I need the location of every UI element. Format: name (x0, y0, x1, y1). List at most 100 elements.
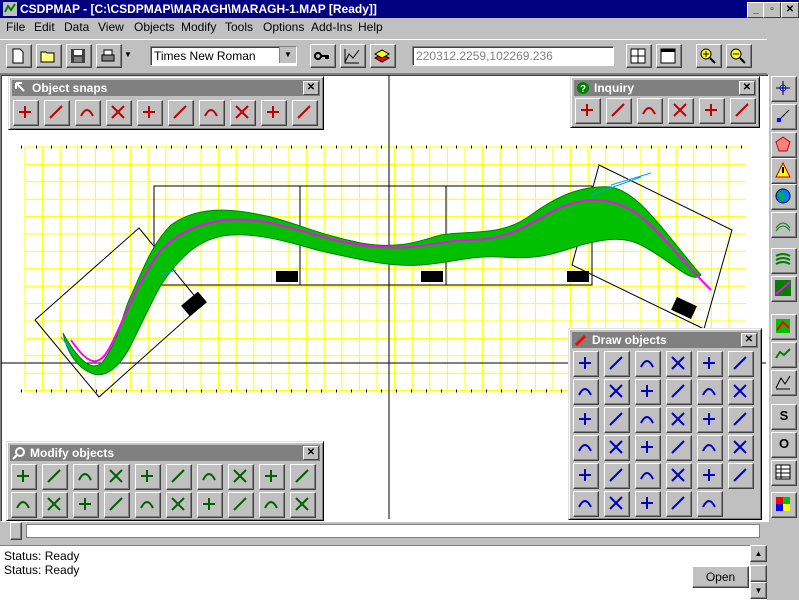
draw-symbol-button[interactable] (573, 435, 599, 461)
draw-north-arrow-button[interactable] (604, 435, 630, 461)
modify-explode-button[interactable] (259, 464, 285, 490)
palette-button[interactable] (771, 492, 797, 518)
modify-undo-button[interactable] (73, 464, 99, 490)
draw-cube-button[interactable] (573, 463, 599, 489)
draw-donut-button[interactable] (573, 379, 599, 405)
menu-help[interactable]: Help (358, 20, 383, 34)
modify-objects-titlebar[interactable]: Modify objects ✕ (10, 445, 320, 461)
profile-button[interactable] (771, 342, 797, 368)
snap-tangent-button[interactable] (230, 100, 256, 126)
draw-dome-button[interactable] (604, 491, 630, 517)
scroll-up-icon[interactable]: ▲ (750, 545, 767, 562)
draw-select-button[interactable] (573, 351, 599, 377)
snaps-toggle-button[interactable] (771, 76, 797, 102)
chevron-down-icon[interactable]: ▼ (279, 47, 296, 63)
globe-button[interactable] (771, 184, 797, 210)
draw-arc-3pt-button[interactable] (635, 379, 661, 405)
snap-center-button[interactable] (75, 100, 101, 126)
draw-sector-button[interactable] (666, 379, 692, 405)
inquire-area-button[interactable] (637, 98, 663, 124)
modify-join-button[interactable] (290, 464, 316, 490)
modify-stretch-button[interactable] (42, 492, 68, 518)
key-button[interactable] (310, 44, 336, 68)
section-button[interactable] (771, 370, 797, 396)
scroll-down-icon[interactable]: ▼ (750, 582, 767, 599)
layers-button[interactable] (370, 44, 396, 68)
menu-view[interactable]: View (98, 20, 124, 34)
new-file-button[interactable] (6, 44, 32, 68)
scrollbar-track[interactable] (26, 524, 760, 538)
scrollbar-thumb[interactable] (10, 522, 22, 540)
inquiry-close-button[interactable]: ✕ (739, 81, 755, 95)
modify-move-button[interactable] (135, 464, 161, 490)
surface-button[interactable] (771, 314, 797, 340)
table-button[interactable] (771, 460, 797, 486)
draw-objects-titlebar[interactable]: Draw objects ✕ (572, 332, 758, 348)
modify-redo-button[interactable] (104, 464, 130, 490)
polygon-button[interactable] (771, 132, 797, 158)
draw-sector-2-button[interactable] (697, 379, 723, 405)
draw-polygon-button[interactable] (666, 407, 692, 433)
draw-sphere-button[interactable] (666, 463, 692, 489)
snap-node-button[interactable] (292, 100, 318, 126)
scroll-thumb[interactable] (750, 565, 767, 582)
draw-curve-button[interactable] (573, 407, 599, 433)
single-view-button[interactable] (656, 44, 682, 68)
snap-midpoint-button[interactable] (44, 100, 70, 126)
terrain-button[interactable] (771, 248, 797, 274)
inquire-point-button[interactable] (575, 98, 601, 124)
draw-spiral-button[interactable] (604, 407, 630, 433)
font-select[interactable]: Times New Roman ▼ (150, 46, 297, 66)
modify-objects-close-button[interactable]: ✕ (303, 446, 319, 460)
draw-scale-bar-button[interactable] (635, 435, 661, 461)
draw-spline-button[interactable] (728, 379, 754, 405)
modify-copy-button[interactable] (166, 464, 192, 490)
modify-list-button[interactable] (259, 492, 285, 518)
zoom-out-button[interactable] (726, 44, 752, 68)
print-dropdown-icon[interactable]: ▼ (124, 50, 132, 59)
menu-edit[interactable]: Edit (34, 20, 55, 34)
measure-button[interactable] (771, 104, 797, 130)
draw-circle-3pt-button[interactable] (697, 351, 723, 377)
modify-scale-button[interactable] (73, 492, 99, 518)
status-scrollbar[interactable]: ▲ ▼ (750, 545, 767, 599)
zoom-in-button[interactable] (696, 44, 722, 68)
inquire-line-button[interactable] (606, 98, 632, 124)
snap-text-button[interactable] (199, 100, 225, 126)
coordinate-field[interactable]: 220312.2259,102269.236 (412, 46, 614, 66)
modify-offset-button[interactable] (197, 492, 223, 518)
draw-block-button[interactable] (728, 463, 754, 489)
snap-intersection-button[interactable] (106, 100, 132, 126)
tile-view-button[interactable] (626, 44, 652, 68)
snap-endpoint-button[interactable] (13, 100, 39, 126)
draw-arch-button[interactable] (635, 491, 661, 517)
modify-delete-button[interactable] (11, 464, 37, 490)
modify-trim-button[interactable] (228, 492, 254, 518)
object-snaps-titlebar[interactable]: Object snaps ✕ (12, 80, 320, 96)
menu-tools[interactable]: Tools (225, 20, 253, 34)
object-snaps-close-button[interactable]: ✕ (303, 81, 319, 95)
draw-line-button[interactable] (604, 351, 630, 377)
close-button[interactable]: ✕ (781, 2, 799, 18)
menu-modify[interactable]: Modify (181, 20, 216, 34)
modify-parallel-button[interactable] (166, 492, 192, 518)
draw-cylinder-button[interactable] (604, 463, 630, 489)
warning-button[interactable] (771, 158, 797, 184)
modify-array-button[interactable] (11, 492, 37, 518)
menu-options[interactable]: Options (263, 20, 304, 34)
inquiry-titlebar[interactable]: ? Inquiry ✕ (574, 80, 756, 96)
graph-button[interactable] (340, 44, 366, 68)
inquire-cancel-button[interactable] (730, 98, 756, 124)
restore-button[interactable]: ▫ (763, 2, 781, 18)
draw-ellipse-button[interactable] (728, 351, 754, 377)
open-file-button[interactable] (36, 44, 62, 68)
draw-slab-button[interactable] (666, 491, 692, 517)
contour-button[interactable] (771, 212, 797, 238)
menu-file[interactable]: File (6, 20, 25, 34)
modify-erase-button[interactable] (42, 464, 68, 490)
modify-group-button[interactable] (197, 464, 223, 490)
draw-rectangle-button[interactable] (635, 407, 661, 433)
snap-angle-button[interactable] (168, 100, 194, 126)
draw-torus-button[interactable] (697, 463, 723, 489)
draw-arc-button[interactable] (604, 379, 630, 405)
